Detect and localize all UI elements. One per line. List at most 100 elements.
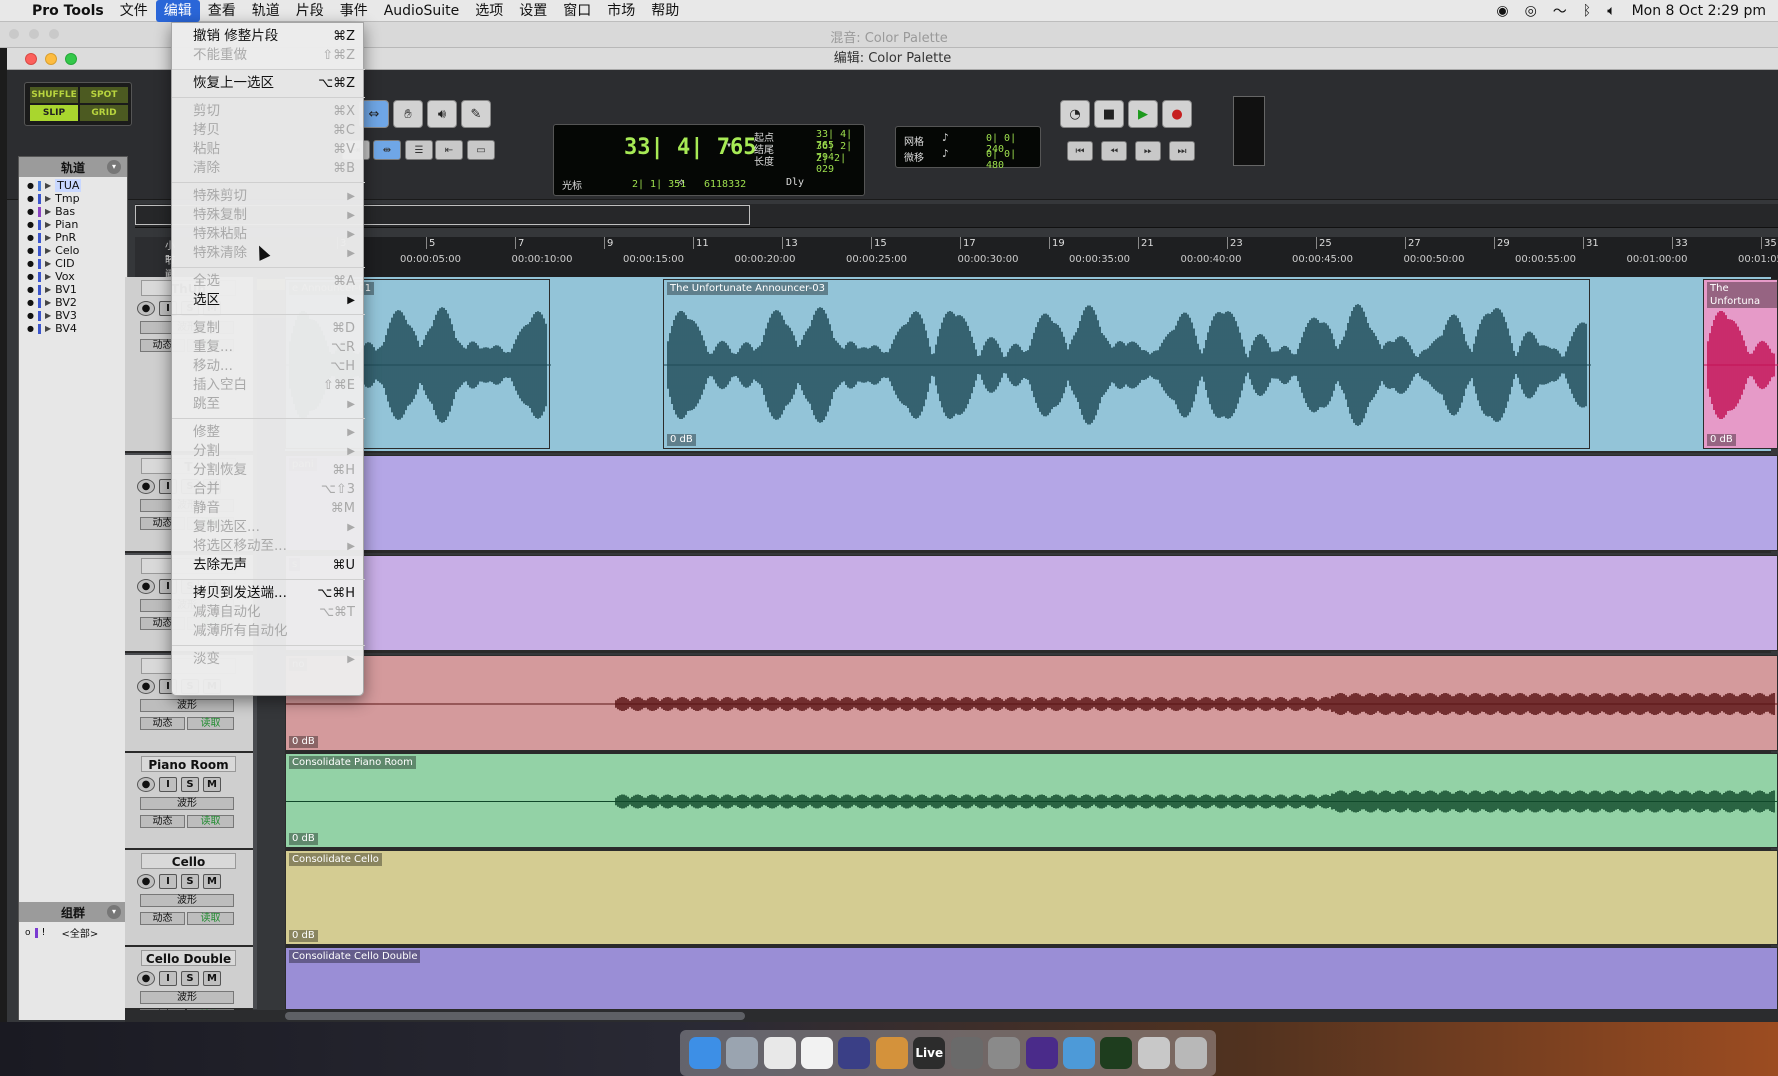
track-list-name[interactable]: BV1 <box>55 283 77 296</box>
track-list-row[interactable]: ● ▶ Celo <box>19 244 127 257</box>
disclosure-triangle-icon[interactable]: ▶ <box>45 207 51 216</box>
universe-view[interactable] <box>135 204 1778 228</box>
dock-icon-instrument[interactable] <box>875 1037 908 1069</box>
menu-setup[interactable]: 设置 <box>511 0 555 22</box>
track-list-row[interactable]: ● ▶ BV3 <box>19 309 127 322</box>
track-list-row[interactable]: ● ▶ BV4 <box>19 322 127 335</box>
clip-gain[interactable]: 0 dB <box>1707 434 1736 446</box>
track-list-row[interactable]: ● ▶ Bas <box>19 205 127 218</box>
dock-icon-files[interactable] <box>1137 1037 1170 1069</box>
track-list-name[interactable]: BV2 <box>55 296 77 309</box>
edit-menu-item[interactable]: 拷贝到发送端... ⌥⌘H <box>172 584 365 603</box>
track-list-name[interactable]: Bas <box>55 205 75 218</box>
dock-icon-launchpad[interactable] <box>726 1037 759 1069</box>
apple-icon[interactable] <box>0 0 24 22</box>
track-list-row[interactable]: ● ▶ CID <box>19 257 127 270</box>
insertion-follows-button[interactable]: ⇤ <box>435 140 463 160</box>
track-list-row[interactable]: ● ▶ PnR <box>19 231 127 244</box>
disclosure-triangle-icon[interactable]: ▶ <box>45 233 51 242</box>
solo-button[interactable]: S <box>181 874 199 889</box>
menu-window[interactable]: 窗口 <box>555 0 599 22</box>
groups-header[interactable]: 组群 ▾ <box>19 902 127 922</box>
audio-clip[interactable]: The Unfortunate Announcer-03 0 dB <box>663 279 1591 449</box>
clock[interactable]: Mon 8 Oct 2:29 pm <box>1632 3 1766 19</box>
menu-edit[interactable]: 编辑 <box>155 0 200 22</box>
tracks-list-header[interactable]: 轨道 ▾ <box>19 157 127 177</box>
slip-mode-button[interactable]: SLIP <box>30 105 78 121</box>
speaker-tool-button[interactable]: 🔊︎ <box>427 100 457 128</box>
track-list-name[interactable]: Pian <box>55 218 78 231</box>
audio-clip[interactable]: no0 dB <box>285 655 1778 751</box>
automation-mode-selector[interactable]: 动态 <box>140 815 185 828</box>
track-show-dot[interactable]: ● <box>27 298 34 307</box>
grid-mode-button[interactable]: GRID <box>80 105 128 121</box>
track-show-dot[interactable]: ● <box>27 181 34 190</box>
track-list-row[interactable]: ● ▶ Vox <box>19 270 127 283</box>
zoom-button[interactable] <box>65 53 77 65</box>
dock-icon-pro-tools[interactable] <box>1025 1037 1058 1069</box>
audio-clip[interactable]: pani <box>285 455 1778 551</box>
automation-mode-selector[interactable]: 动态 <box>140 912 185 925</box>
record-enable-button[interactable]: ● <box>137 777 155 792</box>
wifi-icon[interactable]: 〜 <box>1553 1 1567 21</box>
nudge-value[interactable]: 0| 0| 480 <box>986 149 1040 171</box>
audio-clip[interactable]: Consolidate Cello 0 dB <box>285 850 1778 945</box>
input-monitor-button[interactable]: I <box>159 777 177 792</box>
menu-options[interactable]: 选项 <box>467 0 511 22</box>
record-enable-button[interactable]: ● <box>137 679 155 694</box>
rewind-button[interactable]: ⏪︎ <box>1101 141 1127 161</box>
automation-read-selector[interactable]: 读取 <box>187 717 234 730</box>
link-timeline-button[interactable]: ⇹ <box>373 140 401 160</box>
dock-icon-trash[interactable] <box>1175 1037 1208 1069</box>
bluetooth-icon[interactable]: ᛒ <box>1583 3 1591 19</box>
track-list-row[interactable]: ● ▶ BV2 <box>19 296 127 309</box>
dock-icon-chrome[interactable] <box>763 1037 796 1069</box>
track-list-row[interactable]: ● ▶ BV1 <box>19 283 127 296</box>
play-button[interactable]: ▶ <box>1128 100 1158 128</box>
track-show-dot[interactable]: ● <box>27 233 34 242</box>
tracks-list-menu-icon[interactable]: ▾ <box>107 160 121 174</box>
track-show-dot[interactable]: ● <box>27 220 34 229</box>
group-active-dot[interactable]: o <box>25 928 31 938</box>
disclosure-triangle-icon[interactable]: ▶ <box>45 285 51 294</box>
groups-menu-icon[interactable]: ▾ <box>107 905 121 919</box>
dock-icon-audio[interactable] <box>838 1037 871 1069</box>
track-show-dot[interactable]: ● <box>27 207 34 216</box>
edit-menu-item[interactable]: 撤销 修整片段 ⌘Z <box>172 27 365 46</box>
track-show-dot[interactable]: ● <box>27 311 34 320</box>
grabber-tool-button[interactable]: ✋︎ <box>393 100 423 128</box>
menu-clip[interactable]: 片段 <box>288 0 332 22</box>
scrollbar-thumb[interactable] <box>285 1012 745 1020</box>
dly-label[interactable]: Dly <box>786 177 804 188</box>
track-list-row[interactable]: ● ▶ Tmp <box>19 192 127 205</box>
disclosure-triangle-icon[interactable]: ▶ <box>45 246 51 255</box>
edit-menu-item[interactable]: 恢复上一选区 ⌥⌘Z <box>172 74 365 93</box>
track-list-name[interactable]: BV4 <box>55 322 77 335</box>
minimize-button[interactable] <box>45 53 57 65</box>
record-enable-button[interactable]: ● <box>137 874 155 889</box>
track-show-dot[interactable]: ● <box>27 259 34 268</box>
record-enable-button[interactable]: ● <box>137 971 155 986</box>
disclosure-triangle-icon[interactable]: ▶ <box>45 272 51 281</box>
record-button[interactable]: ● <box>1162 100 1192 128</box>
app-menu[interactable]: Pro Tools <box>24 0 112 22</box>
menu-track[interactable]: 轨道 <box>244 0 288 22</box>
record-status-icon[interactable]: ◉ <box>1496 3 1508 19</box>
disclosure-triangle-icon[interactable]: ▶ <box>45 311 51 320</box>
mute-button[interactable]: M <box>203 971 221 986</box>
menu-view[interactable]: 查看 <box>200 0 244 22</box>
track-list-name[interactable]: PnR <box>55 231 76 244</box>
solo-button[interactable]: S <box>181 777 199 792</box>
record-enable-button[interactable]: ● <box>137 301 155 316</box>
timeline-ruler[interactable]: 35791113151719212325272931333500:00:05:0… <box>135 237 1778 279</box>
edit-menu-item[interactable]: 选区 ▶ <box>172 291 365 310</box>
dock-icon-safari[interactable] <box>1062 1037 1095 1069</box>
track-show-dot[interactable]: ● <box>27 194 34 203</box>
track-list-name[interactable]: TUA <box>55 179 82 192</box>
disclosure-triangle-icon[interactable]: ▶ <box>45 220 51 229</box>
go-to-end-button[interactable]: ⏭︎ <box>1169 141 1195 161</box>
link-track-button[interactable]: ☰ <box>405 140 433 160</box>
mute-button[interactable]: M <box>203 777 221 792</box>
return-to-zero-button[interactable]: ⏮︎ <box>1067 141 1093 161</box>
track-show-dot[interactable]: ● <box>27 272 34 281</box>
